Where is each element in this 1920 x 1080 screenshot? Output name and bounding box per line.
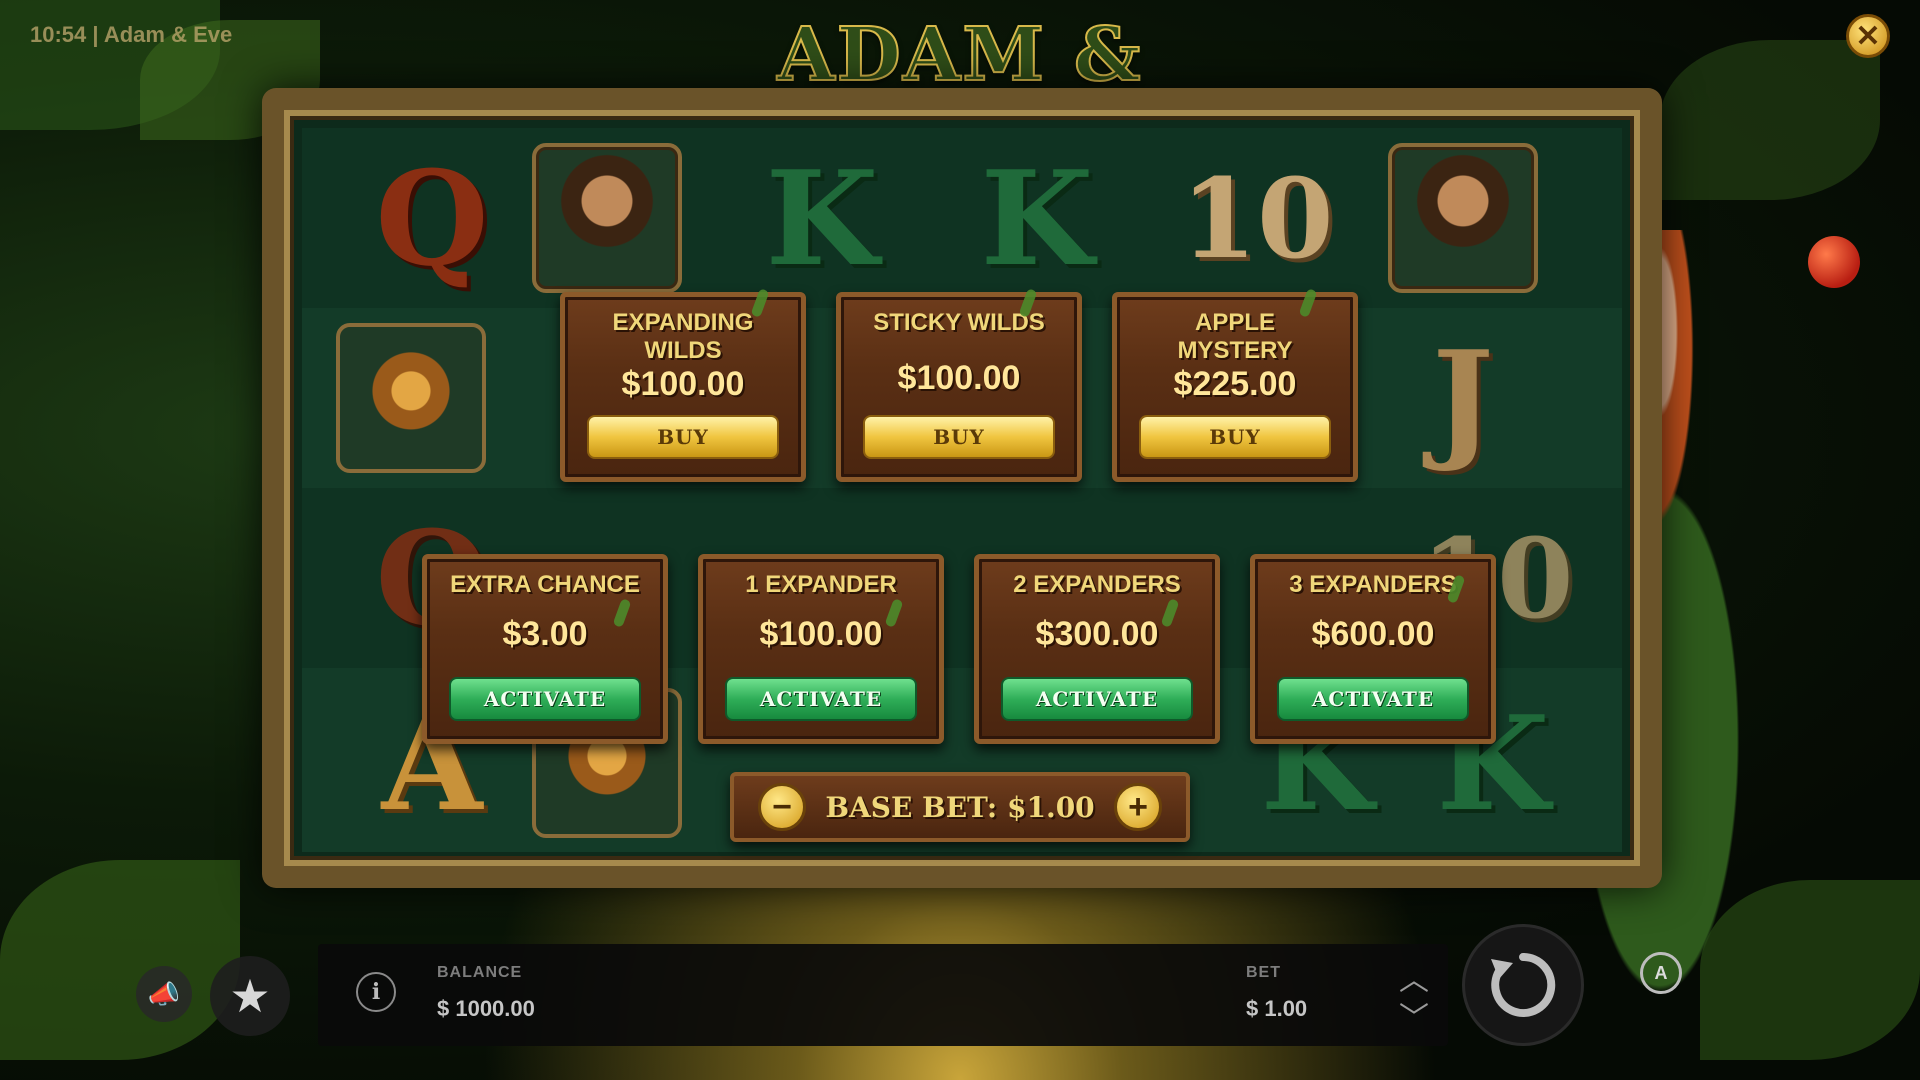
feature-card-extra-chance: EXTRA CHANCE $3.00 ACTIVATE (422, 554, 668, 744)
balance-value: $ 1000.00 (437, 996, 535, 1021)
activate-3-expanders-button[interactable]: ACTIVATE (1277, 677, 1469, 721)
bet-down-button[interactable]: ﹀ (1394, 996, 1434, 1035)
bottom-bar (318, 944, 1448, 1046)
feature-price: $225.00 (1173, 365, 1297, 403)
base-bet-control: − BASE BET: $1.00 + (730, 772, 1190, 842)
close-icon: ✕ (1855, 19, 1881, 53)
reel-symbol: K (765, 141, 879, 295)
base-bet-label: BASE BET: $1.00 (825, 790, 1095, 824)
reel-symbol: 10 (1180, 153, 1334, 283)
star-icon: ★ (229, 970, 271, 1022)
feature-title: STICKY WILDS (873, 309, 1045, 336)
promo-button[interactable]: 📣 (136, 966, 192, 1022)
increase-bet-button[interactable]: + (1114, 783, 1162, 831)
reel-frame: Q K K 10 J Q 10 A K K (262, 88, 1662, 888)
feature-card-sticky-wilds: STICKY WILDS $100.00 BUY (836, 288, 1082, 482)
info-button[interactable]: i (356, 972, 396, 1012)
spin-icon (1491, 952, 1556, 1017)
feature-price: $300.00 (1035, 615, 1159, 653)
lion-symbol (336, 323, 486, 473)
minus-icon: − (772, 787, 792, 826)
apple-icon (1808, 236, 1860, 288)
info-icon: i (371, 979, 381, 1005)
bet-value: $ 1.00 (1246, 996, 1308, 1021)
bet-stepper: ︿ ﹀ (1394, 958, 1434, 1038)
adam-portrait-symbol (1388, 143, 1538, 293)
background-leaf (1660, 40, 1880, 200)
feature-title: 1 EXPANDER (745, 571, 897, 598)
chevron-down-icon: ﹀ (1399, 1002, 1429, 1035)
feature-card-2-expanders: 2 EXPANDERS $300.00 ACTIVATE (974, 554, 1220, 744)
spin-button[interactable] (1462, 924, 1584, 1046)
activate-extra-chance-button[interactable]: ACTIVATE (449, 677, 641, 721)
feature-title: APPLE MYSTERY (1177, 309, 1293, 364)
feature-price: $3.00 (502, 615, 588, 653)
reel-symbol: K (980, 141, 1094, 295)
buy-expanding-wilds-button[interactable]: BUY (587, 415, 779, 459)
feature-title: 2 EXPANDERS (1013, 571, 1181, 598)
adam-portrait-symbol (532, 143, 682, 293)
feature-card-expanding-wilds: EXPANDING WILDS $100.00 BUY (560, 288, 806, 482)
balance-label: BALANCE (437, 964, 523, 981)
bet-label: BET (1246, 964, 1281, 981)
decrease-bet-button[interactable]: − (758, 783, 806, 831)
plus-icon: + (1128, 787, 1148, 826)
feature-price: $100.00 (621, 365, 745, 403)
reel-symbol: Q (375, 141, 489, 295)
autoplay-icon: A (1654, 962, 1668, 983)
activate-2-expanders-button[interactable]: ACTIVATE (1001, 677, 1193, 721)
megaphone-icon: 📣 (147, 978, 181, 1009)
feature-price: $600.00 (1311, 615, 1435, 653)
feature-price: $100.00 (897, 359, 1021, 397)
close-button[interactable]: ✕ (1846, 14, 1890, 58)
autoplay-button[interactable]: A (1640, 952, 1682, 994)
vine-decoration (1298, 288, 1318, 318)
feature-card-apple-mystery: APPLE MYSTERY $225.00 BUY (1112, 288, 1358, 482)
bet-up-button[interactable]: ︿ (1394, 958, 1434, 997)
buy-sticky-wilds-button[interactable]: BUY (863, 415, 1055, 459)
feature-title: EXTRA CHANCE (450, 571, 640, 598)
buy-apple-mystery-button[interactable]: BUY (1139, 415, 1331, 459)
feature-price: $100.00 (759, 615, 883, 653)
feature-card-3-expanders: 3 EXPANDERS $600.00 ACTIVATE (1250, 554, 1496, 744)
feature-card-1-expander: 1 EXPANDER $100.00 ACTIVATE (698, 554, 944, 744)
favorite-button[interactable]: ★ (210, 956, 290, 1036)
background-leaf (0, 860, 240, 1060)
activate-1-expander-button[interactable]: ACTIVATE (725, 677, 917, 721)
reel-row: Q K K 10 (302, 128, 1622, 308)
status-text: 10:54 | Adam & Eve (30, 22, 233, 47)
reel-symbol: J (1432, 321, 1494, 475)
feature-title: EXPANDING WILDS (612, 309, 754, 364)
